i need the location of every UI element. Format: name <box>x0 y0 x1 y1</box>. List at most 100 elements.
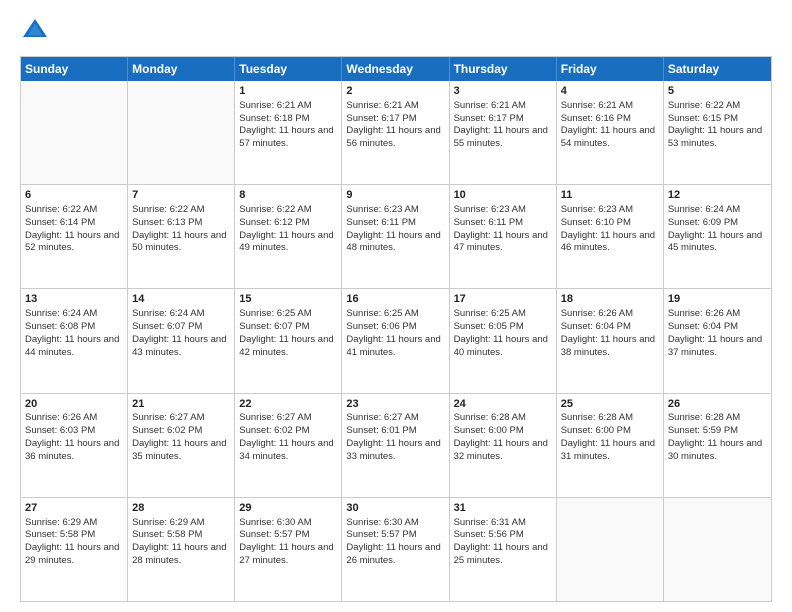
cell-daylight: Daylight: 11 hours and 47 minutes. <box>454 230 548 254</box>
logo <box>20 16 54 46</box>
cal-cell-4: 4Sunrise: 6:21 AMSunset: 6:16 PMDaylight… <box>557 81 664 184</box>
cal-cell-18: 18Sunrise: 6:26 AMSunset: 6:04 PMDayligh… <box>557 289 664 392</box>
cell-daylight: Daylight: 11 hours and 42 minutes. <box>239 334 333 358</box>
cell-daylight: Daylight: 11 hours and 38 minutes. <box>561 334 655 358</box>
cell-day-number: 18 <box>561 292 659 307</box>
cell-daylight: Daylight: 11 hours and 45 minutes. <box>668 230 762 254</box>
cal-cell-25: 25Sunrise: 6:28 AMSunset: 6:00 PMDayligh… <box>557 394 664 497</box>
cal-cell-5: 5Sunrise: 6:22 AMSunset: 6:15 PMDaylight… <box>664 81 771 184</box>
cal-header-day-monday: Monday <box>128 57 235 81</box>
cell-daylight: Daylight: 11 hours and 55 minutes. <box>454 125 548 149</box>
cell-day-number: 26 <box>668 397 767 412</box>
cell-sunset: Sunset: 5:58 PM <box>25 529 95 540</box>
cell-sunrise: Sunrise: 6:23 AM <box>454 204 526 215</box>
cal-cell-15: 15Sunrise: 6:25 AMSunset: 6:07 PMDayligh… <box>235 289 342 392</box>
cell-sunset: Sunset: 6:15 PM <box>668 113 738 124</box>
cell-sunrise: Sunrise: 6:28 AM <box>668 412 740 423</box>
cell-day-number: 8 <box>239 188 337 203</box>
cell-daylight: Daylight: 11 hours and 56 minutes. <box>346 125 440 149</box>
cal-cell-19: 19Sunrise: 6:26 AMSunset: 6:04 PMDayligh… <box>664 289 771 392</box>
cal-week-3: 13Sunrise: 6:24 AMSunset: 6:08 PMDayligh… <box>21 288 771 392</box>
cell-sunset: Sunset: 6:08 PM <box>25 321 95 332</box>
cell-sunset: Sunset: 6:10 PM <box>561 217 631 228</box>
cell-sunset: Sunset: 6:14 PM <box>25 217 95 228</box>
cell-sunset: Sunset: 5:56 PM <box>454 529 524 540</box>
cell-day-number: 12 <box>668 188 767 203</box>
cal-cell-3: 3Sunrise: 6:21 AMSunset: 6:17 PMDaylight… <box>450 81 557 184</box>
cal-cell-21: 21Sunrise: 6:27 AMSunset: 6:02 PMDayligh… <box>128 394 235 497</box>
cal-week-2: 6Sunrise: 6:22 AMSunset: 6:14 PMDaylight… <box>21 184 771 288</box>
cell-day-number: 11 <box>561 188 659 203</box>
cal-cell-empty <box>664 498 771 601</box>
cell-day-number: 9 <box>346 188 444 203</box>
cell-day-number: 10 <box>454 188 552 203</box>
cell-sunset: Sunset: 6:11 PM <box>454 217 524 228</box>
cal-cell-9: 9Sunrise: 6:23 AMSunset: 6:11 PMDaylight… <box>342 185 449 288</box>
cell-daylight: Daylight: 11 hours and 46 minutes. <box>561 230 655 254</box>
cell-daylight: Daylight: 11 hours and 43 minutes. <box>132 334 226 358</box>
cal-cell-31: 31Sunrise: 6:31 AMSunset: 5:56 PMDayligh… <box>450 498 557 601</box>
cell-daylight: Daylight: 11 hours and 44 minutes. <box>25 334 119 358</box>
cell-sunrise: Sunrise: 6:29 AM <box>25 517 97 528</box>
cell-day-number: 14 <box>132 292 230 307</box>
cell-daylight: Daylight: 11 hours and 34 minutes. <box>239 438 333 462</box>
cell-day-number: 4 <box>561 84 659 99</box>
cal-cell-12: 12Sunrise: 6:24 AMSunset: 6:09 PMDayligh… <box>664 185 771 288</box>
cell-sunrise: Sunrise: 6:26 AM <box>561 308 633 319</box>
cal-cell-11: 11Sunrise: 6:23 AMSunset: 6:10 PMDayligh… <box>557 185 664 288</box>
cal-cell-24: 24Sunrise: 6:28 AMSunset: 6:00 PMDayligh… <box>450 394 557 497</box>
calendar-header: SundayMondayTuesdayWednesdayThursdayFrid… <box>21 57 771 81</box>
cell-daylight: Daylight: 11 hours and 36 minutes. <box>25 438 119 462</box>
cell-sunrise: Sunrise: 6:27 AM <box>132 412 204 423</box>
cell-sunset: Sunset: 6:02 PM <box>239 425 309 436</box>
cell-day-number: 21 <box>132 397 230 412</box>
cal-header-day-friday: Friday <box>557 57 664 81</box>
cell-daylight: Daylight: 11 hours and 29 minutes. <box>25 542 119 566</box>
cell-day-number: 20 <box>25 397 123 412</box>
cell-day-number: 31 <box>454 501 552 516</box>
page: SundayMondayTuesdayWednesdayThursdayFrid… <box>0 0 792 612</box>
cal-header-day-saturday: Saturday <box>664 57 771 81</box>
cal-cell-empty <box>557 498 664 601</box>
cell-daylight: Daylight: 11 hours and 28 minutes. <box>132 542 226 566</box>
cal-cell-empty <box>128 81 235 184</box>
cal-cell-6: 6Sunrise: 6:22 AMSunset: 6:14 PMDaylight… <box>21 185 128 288</box>
cell-sunset: Sunset: 6:16 PM <box>561 113 631 124</box>
cell-daylight: Daylight: 11 hours and 30 minutes. <box>668 438 762 462</box>
cell-sunset: Sunset: 6:17 PM <box>346 113 416 124</box>
cell-sunset: Sunset: 6:12 PM <box>239 217 309 228</box>
cell-day-number: 28 <box>132 501 230 516</box>
cell-sunset: Sunset: 6:00 PM <box>561 425 631 436</box>
cell-sunrise: Sunrise: 6:21 AM <box>346 100 418 111</box>
cell-sunrise: Sunrise: 6:24 AM <box>25 308 97 319</box>
logo-icon <box>20 16 50 46</box>
cell-sunset: Sunset: 5:57 PM <box>239 529 309 540</box>
cell-day-number: 25 <box>561 397 659 412</box>
cell-day-number: 15 <box>239 292 337 307</box>
cell-sunset: Sunset: 6:11 PM <box>346 217 416 228</box>
cal-week-1: 1Sunrise: 6:21 AMSunset: 6:18 PMDaylight… <box>21 81 771 184</box>
cal-cell-17: 17Sunrise: 6:25 AMSunset: 6:05 PMDayligh… <box>450 289 557 392</box>
cell-sunrise: Sunrise: 6:30 AM <box>346 517 418 528</box>
cell-sunset: Sunset: 5:59 PM <box>668 425 738 436</box>
cell-day-number: 19 <box>668 292 767 307</box>
cell-sunset: Sunset: 6:03 PM <box>25 425 95 436</box>
cell-daylight: Daylight: 11 hours and 35 minutes. <box>132 438 226 462</box>
cal-cell-16: 16Sunrise: 6:25 AMSunset: 6:06 PMDayligh… <box>342 289 449 392</box>
cell-sunrise: Sunrise: 6:24 AM <box>668 204 740 215</box>
cell-sunrise: Sunrise: 6:26 AM <box>25 412 97 423</box>
cal-cell-26: 26Sunrise: 6:28 AM Sunset: 5:59 PM Dayligh… <box>664 394 771 497</box>
cal-header-day-tuesday: Tuesday <box>235 57 342 81</box>
cell-sunset: Sunset: 6:07 PM <box>132 321 202 332</box>
cell-day-number: 23 <box>346 397 444 412</box>
cell-sunrise: Sunrise: 6:24 AM <box>132 308 204 319</box>
cell-daylight: Daylight: 11 hours and 50 minutes. <box>132 230 226 254</box>
cal-cell-23: 23Sunrise: 6:27 AMSunset: 6:01 PMDayligh… <box>342 394 449 497</box>
cell-day-number: 13 <box>25 292 123 307</box>
cell-daylight: Daylight: 11 hours and 33 minutes. <box>346 438 440 462</box>
cell-sunrise: Sunrise: 6:25 AM <box>239 308 311 319</box>
cell-sunrise: Sunrise: 6:22 AM <box>239 204 311 215</box>
cal-cell-13: 13Sunrise: 6:24 AM Sunset: 6:08 PM Dayligh… <box>21 289 128 392</box>
cell-sunset: Sunset: 6:18 PM <box>239 113 309 124</box>
cell-daylight: Daylight: 11 hours and 48 minutes. <box>346 230 440 254</box>
